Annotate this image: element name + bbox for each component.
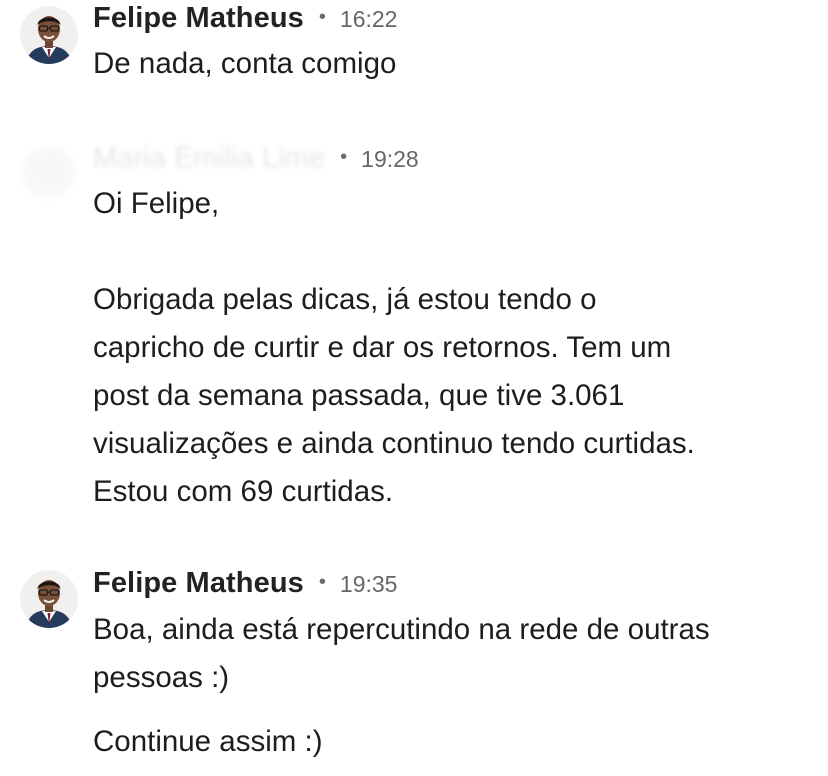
message-text: Boa, ainda está repercutindo na rede de …: [93, 606, 710, 702]
message-header: Felipe Matheus • 19:35: [93, 567, 397, 600]
sender-name[interactable]: Felipe Matheus: [93, 567, 304, 600]
message-line: Continue assim :): [93, 725, 323, 758]
message-timestamp: 19:35: [339, 571, 398, 597]
sender-avatar[interactable]: [20, 570, 78, 628]
message-line: Boa, ainda está repercutindo na rede de …: [93, 613, 710, 646]
separator-dot: •: [318, 571, 326, 593]
message-group-3: Felipe Matheus • 19:35 Boa, ainda está r…: [0, 0, 828, 776]
message-line: pessoas :): [93, 661, 230, 694]
message-followup: Continue assim :): [93, 718, 323, 766]
avatar-photo-icon: [20, 570, 78, 628]
